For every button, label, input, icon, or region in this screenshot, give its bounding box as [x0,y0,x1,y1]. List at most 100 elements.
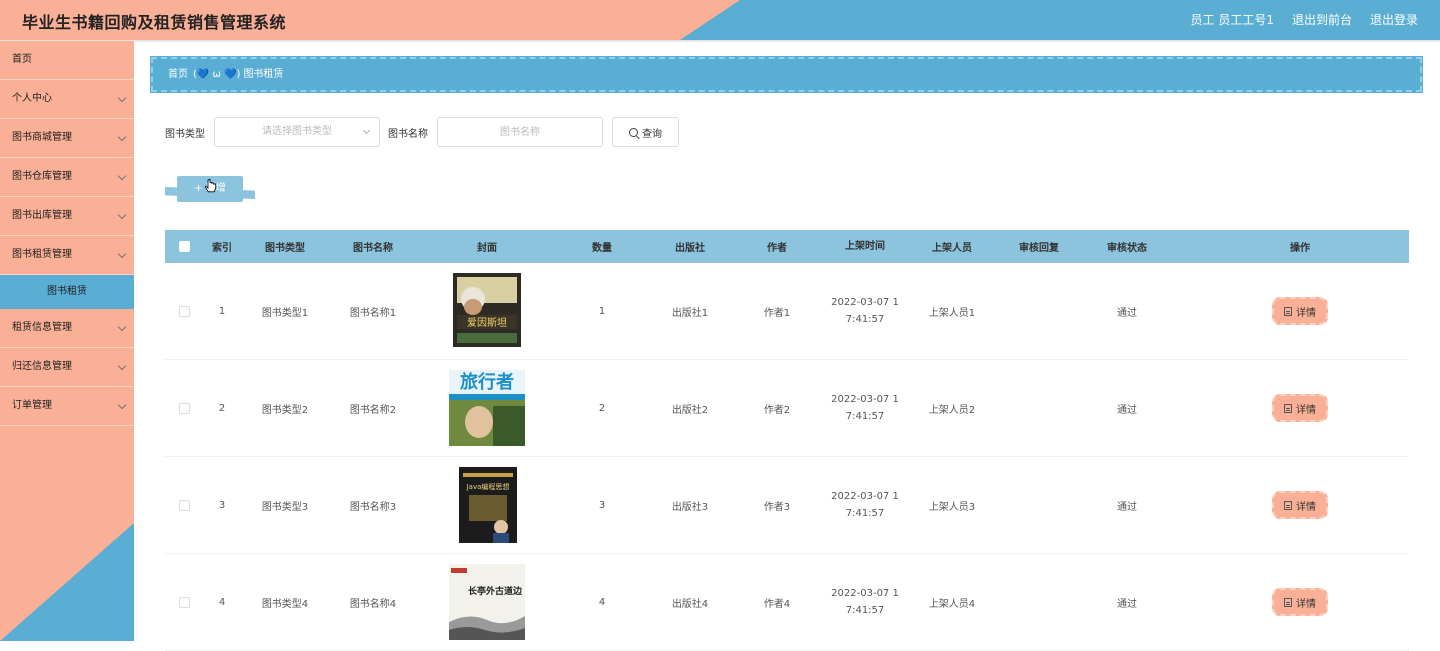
row-book-name: 图书名称4 [349,598,397,610]
cover-title-text: 长亭外古道边 [468,585,523,597]
logout-link[interactable]: 退出登录 [1370,11,1418,28]
sidebar-item-label: 图书仓库管理 [12,171,72,182]
row-staff: 上架人员2 [928,404,976,416]
row-checkbox[interactable] [178,499,190,511]
sidebar-item-personal-center[interactable]: 个人中心 [0,80,134,119]
sidebar-item-book-mall[interactable]: 图书商城管理 [0,119,134,158]
book-cover-image: Java编程思想 [459,467,517,543]
column-header: 审核状态 [1107,243,1147,254]
row-book-name: 图书名称2 [349,404,397,416]
search-icon [629,127,638,137]
row-shelf-time: 2022-03-07 1 7:41:57 [821,488,909,522]
select-all-checkbox[interactable] [178,241,190,252]
query-button[interactable]: 查询 [612,117,679,147]
row-shelf-time-line2: 7:41:57 [845,411,885,422]
row-quantity: 2 [598,402,606,414]
breadcrumb-home[interactable]: 首页 [168,69,188,80]
row-review-status: 通过 [1117,307,1137,319]
row-shelf-time-line2: 7:41:57 [845,605,885,616]
sidebar-item-label: 归还信息管理 [12,361,72,372]
detail-button[interactable]: 详情 [1272,297,1328,325]
row-checkbox[interactable] [178,402,190,414]
row-index: 2 [218,402,226,414]
detail-button[interactable]: 详情 [1272,491,1328,519]
book-name-input[interactable] [437,117,603,147]
table-header: 索引 图书类型 图书名称 封面 数量 出版社 作者 上架时间 上架人员 审核回复… [165,230,1409,263]
row-checkbox[interactable] [178,596,190,608]
cover-title-text: 旅行者 [460,371,514,393]
table-row: 2 图书类型2 图书名称2 旅行者 2 出版社2 作者2 2022-03-07 … [165,360,1409,457]
row-shelf-time-line1: 2022-03-07 1 [831,588,899,599]
row-actions: 详情 [1171,491,1429,519]
top-header: 毕业生书籍回购及租赁销售管理系统 员工 员工工号1 退出到前台 退出登录 [0,0,1440,40]
column-header: 封面 [477,243,497,254]
row-shelf-time-line2: 7:41:57 [845,314,885,325]
row-cover-cell: 长亭外古道边 [417,564,557,640]
chevron-down-icon [117,93,127,103]
sidebar-item-book-rental[interactable]: 图书租赁管理 [0,236,134,275]
row-index: 4 [218,596,226,608]
row-author: 作者2 [763,404,791,416]
row-review-status: 通过 [1117,501,1137,513]
chevron-down-icon [117,361,127,371]
breadcrumb-separator: (💙 ω 💙) [193,69,241,80]
row-book-type: 图书类型4 [261,598,309,610]
book-type-select[interactable]: 请选择图书类型 [214,117,380,147]
breadcrumb-current: 图书租赁 [243,69,284,80]
row-author: 作者1 [763,307,791,319]
detail-button-label: 详情 [1296,598,1316,610]
column-header: 索引 [212,243,232,254]
header-actions: 员工 员工工号1 退出到前台 退出登录 [1191,11,1418,28]
sidebar-item-book-outbound[interactable]: 图书出库管理 [0,197,134,236]
table-row: 3 图书类型3 图书名称3 Java编程思想 3 出版社3 作者3 2022-0… [165,457,1409,554]
row-select-cell [165,305,203,317]
cover-title-text: Java编程思想 [466,482,510,491]
query-button-label: 查询 [642,128,662,140]
row-cover-cell: Java编程思想 [417,467,557,543]
row-book-type: 图书类型2 [261,404,309,416]
column-header: 作者 [767,243,787,254]
sidebar-decoration [0,523,134,641]
row-staff: 上架人员4 [928,598,976,610]
column-header: 图书名称 [353,243,393,254]
book-cover-image: 旅行者 [449,370,525,446]
row-staff: 上架人员3 [928,501,976,513]
sidebar-item-return-info[interactable]: 归还信息管理 [0,348,134,387]
sidebar-item-label: 图书商城管理 [12,132,72,143]
row-quantity: 4 [598,596,606,608]
exit-to-front-link[interactable]: 退出到前台 [1292,11,1352,28]
row-checkbox[interactable] [178,305,190,317]
row-publisher: 出版社2 [671,404,709,416]
detail-button[interactable]: 详情 [1272,588,1328,616]
sidebar-item-orders[interactable]: 订单管理 [0,387,134,426]
cover-title-text: 爱因斯坦 [467,316,507,329]
row-shelf-time: 2022-03-07 1 7:41:57 [821,391,909,425]
sidebar-item-label: 租赁信息管理 [12,322,72,333]
chevron-down-icon [117,249,127,259]
detail-button-label: 详情 [1296,501,1316,513]
row-actions: 详情 [1171,297,1429,325]
column-header: 上架时间 [845,241,885,252]
table-row: 1 图书类型1 图书名称1 爱因斯坦 1 出版社1 作者1 2022-03-07… [165,263,1409,360]
header-shadow [0,40,1440,43]
chevron-down-icon [117,400,127,410]
row-cover-cell: 旅行者 [417,370,557,446]
row-review-status: 通过 [1117,404,1137,416]
sidebar-item-label: 图书出库管理 [12,210,72,221]
row-select-cell [165,402,203,414]
row-book-type: 图书类型1 [261,307,309,319]
detail-button[interactable]: 详情 [1272,394,1328,422]
book-name-label: 图书名称 [388,128,428,140]
sidebar-item-book-warehouse[interactable]: 图书仓库管理 [0,158,134,197]
sidebar-item-rental-info[interactable]: 租赁信息管理 [0,309,134,348]
sidebar-item-label: 图书租赁管理 [12,249,72,260]
row-review-status: 通过 [1117,598,1137,610]
sidebar-subitem-book-rental[interactable]: 图书租赁 [0,275,134,309]
row-shelf-time-line1: 2022-03-07 1 [831,491,899,502]
row-actions: 详情 [1171,394,1429,422]
sidebar-item-home[interactable]: 首页 [0,41,134,80]
row-publisher: 出版社1 [671,307,709,319]
add-button[interactable]: + 新增 [165,176,255,202]
row-select-cell [165,499,203,511]
row-author: 作者3 [763,501,791,513]
